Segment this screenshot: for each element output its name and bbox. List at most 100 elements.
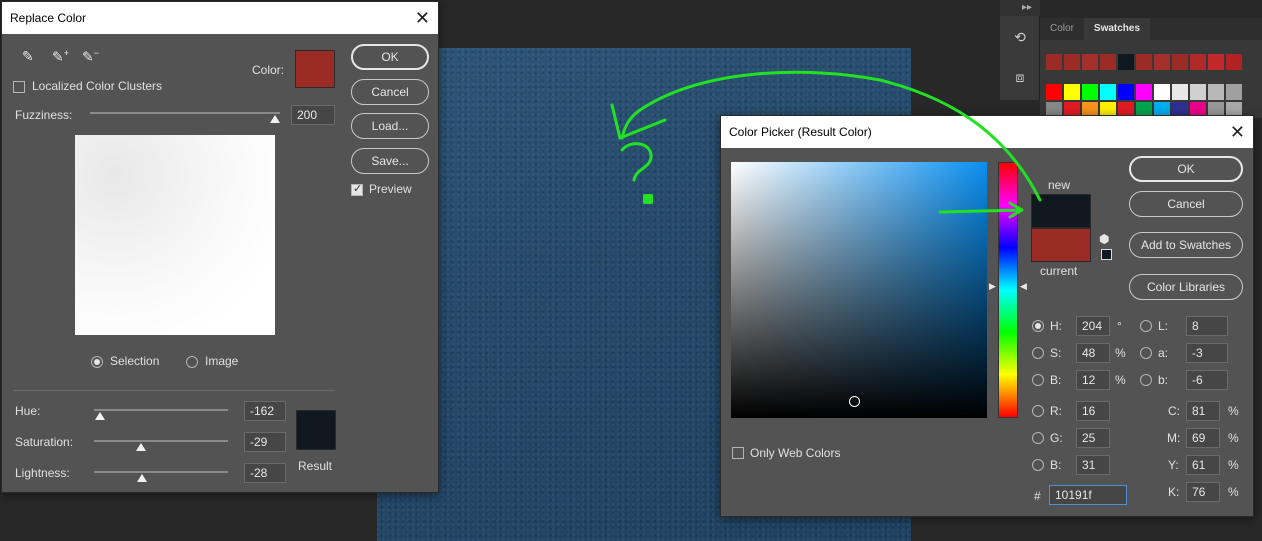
3d-panel-icon[interactable]: ⧈ [1006,64,1034,90]
fuzziness-input[interactable]: 200 [291,105,335,125]
s-radio[interactable] [1032,347,1044,359]
cancel-button[interactable]: Cancel [1129,191,1243,217]
swatch[interactable] [1154,84,1170,100]
replace-color-titlebar: Replace Color ✕ [2,2,438,34]
color-field[interactable] [731,162,987,418]
saturation-label: Saturation: [15,435,74,449]
fuzziness-slider-track[interactable] [90,112,280,114]
result-color-swatch[interactable] [296,410,336,450]
l-radio[interactable] [1140,320,1152,332]
swatch[interactable] [1082,84,1098,100]
out-of-gamut-cube-icon[interactable]: ⬢ [1099,232,1109,246]
c-unit: % [1228,404,1239,418]
s-input[interactable]: 48 [1076,343,1110,363]
localized-clusters-checkbox[interactable] [13,81,25,93]
load-button[interactable]: Load... [351,113,429,139]
swatch[interactable] [1046,54,1062,70]
a-input[interactable]: -3 [1186,343,1228,363]
swatch[interactable] [1118,54,1134,70]
tab-swatches[interactable]: Swatches [1083,18,1151,40]
swatch[interactable] [1190,84,1206,100]
lightness-input[interactable]: -28 [244,463,286,483]
recent-swatches [1046,54,1242,70]
swatch[interactable] [1046,84,1062,100]
color-libraries-button[interactable]: Color Libraries [1129,274,1243,300]
web-safe-swatch[interactable] [1101,249,1112,260]
lab-b-input[interactable]: -6 [1186,370,1228,390]
blue-input[interactable]: 31 [1076,455,1110,475]
close-icon[interactable]: ✕ [1230,116,1245,148]
lightness-slider-track[interactable] [94,471,228,473]
g-input[interactable]: 25 [1076,428,1110,448]
selection-radio[interactable] [91,356,103,368]
hue-slider[interactable] [998,162,1018,418]
g-radio[interactable] [1032,432,1044,444]
cancel-button[interactable]: Cancel [351,79,429,105]
hue-slider-track[interactable] [94,409,228,411]
b-label: B: [1050,373,1062,387]
r-input[interactable]: 16 [1076,401,1110,421]
swatch[interactable] [1154,54,1170,70]
saturation-slider-track[interactable] [94,440,228,442]
collapse-panels-icon[interactable]: ▸▸ [1000,0,1040,16]
swatch[interactable] [1064,54,1080,70]
color-field-picker-circle[interactable] [849,396,860,407]
preview-checkbox[interactable] [351,182,363,196]
swatch[interactable] [1226,84,1242,100]
blue-radio[interactable] [1032,459,1044,471]
l-input[interactable]: 8 [1186,316,1228,336]
m-input[interactable]: 69 [1186,428,1220,448]
swatch[interactable] [1136,84,1152,100]
tab-color[interactable]: Color [1040,18,1084,40]
swatch[interactable] [1208,84,1224,100]
eyedropper-minus-icon[interactable]: ✎− [82,48,99,66]
h-input[interactable]: 204 [1076,316,1110,336]
swatch[interactable] [1118,84,1134,100]
current-color-swatch[interactable] [1031,228,1091,262]
hue-slider-left-arrow-icon[interactable]: ▶ [989,281,996,292]
image-radio[interactable] [186,356,198,368]
saturation-slider-thumb[interactable] [136,443,146,451]
only-web-colors-checkbox[interactable] [732,447,744,459]
ok-button[interactable]: OK [351,44,429,70]
swatch[interactable] [1190,54,1206,70]
c-input[interactable]: 81 [1186,401,1220,421]
color-label: Color: [252,63,285,77]
swatch[interactable] [1082,54,1098,70]
ok-button[interactable]: OK [1129,156,1243,182]
b-input[interactable]: 12 [1076,370,1110,390]
close-icon[interactable]: ✕ [415,2,430,34]
hue-slider-right-arrow-icon[interactable]: ◀ [1020,281,1027,292]
swatch-grid-row-1 [1046,84,1242,100]
selected-color-swatch[interactable] [295,50,335,88]
swatch[interactable] [1208,54,1224,70]
swatch[interactable] [1100,54,1116,70]
swatch[interactable] [1172,54,1188,70]
swatch[interactable] [1226,54,1242,70]
y-input[interactable]: 61 [1186,455,1220,475]
a-radio[interactable] [1140,347,1152,359]
k-input[interactable]: 76 [1186,482,1220,502]
swatch[interactable] [1064,84,1080,100]
eyedropper-icon[interactable]: ✎ [22,48,34,65]
hue-slider-thumb[interactable] [95,412,105,420]
r-radio[interactable] [1032,405,1044,417]
hue-input[interactable]: -162 [244,401,286,421]
hex-input[interactable]: 10191f [1049,485,1127,505]
lightness-slider-thumb[interactable] [137,474,147,482]
swatch[interactable] [1172,84,1188,100]
swatch[interactable] [1136,54,1152,70]
b-unit: % [1115,373,1126,387]
fuzziness-slider-thumb[interactable] [270,115,280,123]
b-radio[interactable] [1032,374,1044,386]
s-unit: % [1115,346,1126,360]
h-radio[interactable] [1032,320,1044,332]
image-label: Image [205,354,239,368]
swatch[interactable] [1100,84,1116,100]
eyedropper-plus-icon[interactable]: ✎+ [52,48,69,66]
history-panel-icon[interactable]: ⟲ [1006,24,1034,50]
save-button[interactable]: Save... [351,148,429,174]
lab-b-radio[interactable] [1140,374,1152,386]
saturation-input[interactable]: -29 [244,432,286,452]
add-to-swatches-button[interactable]: Add to Swatches [1129,232,1243,258]
